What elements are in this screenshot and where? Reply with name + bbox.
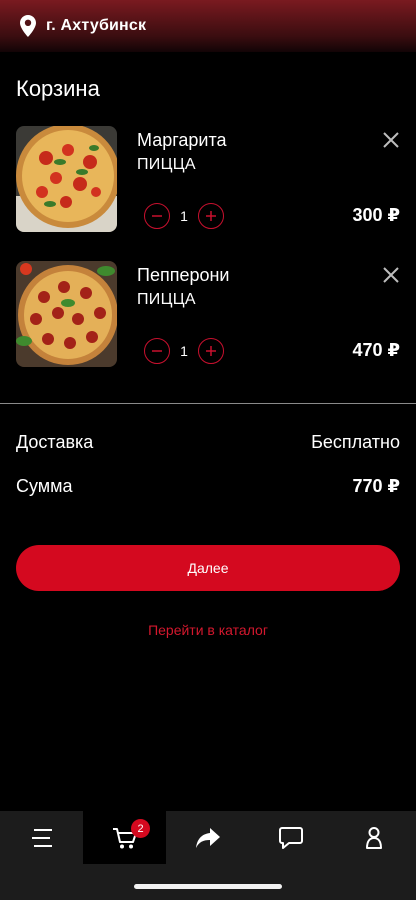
item-price: 470 ₽ bbox=[352, 340, 400, 360]
tab-share[interactable] bbox=[166, 811, 249, 864]
go-to-catalog-link[interactable]: Перейти в каталог bbox=[0, 622, 416, 638]
location-pin-icon bbox=[20, 15, 36, 37]
total-value: 770 ₽ bbox=[352, 476, 400, 496]
divider bbox=[0, 403, 416, 404]
item-name: Маргарита bbox=[137, 130, 227, 150]
profile-icon bbox=[365, 826, 382, 849]
city-name: г. Ахтубинск bbox=[46, 17, 147, 34]
home-indicator[interactable] bbox=[134, 884, 282, 889]
delivery-row: Доставка Бесплатно bbox=[16, 432, 400, 453]
tab-cart[interactable]: 2 bbox=[83, 811, 166, 864]
plus-icon bbox=[206, 211, 216, 221]
tab-chat[interactable] bbox=[249, 811, 332, 864]
quantity-value: 1 bbox=[180, 343, 188, 359]
cart-badge: 2 bbox=[131, 819, 150, 838]
quantity-value: 1 bbox=[180, 208, 188, 224]
item-price: 300 ₽ bbox=[352, 205, 400, 225]
share-icon bbox=[195, 827, 220, 848]
decrease-quantity-button[interactable] bbox=[144, 338, 170, 364]
page-title: Корзина bbox=[16, 76, 100, 101]
pepperoni-pizza-image bbox=[16, 261, 117, 367]
tab-menu[interactable] bbox=[0, 811, 83, 864]
remove-item-button[interactable] bbox=[382, 266, 400, 284]
increase-quantity-button[interactable] bbox=[198, 338, 224, 364]
margherita-pizza-image bbox=[16, 126, 117, 232]
total-row: Сумма 770 ₽ bbox=[16, 476, 400, 497]
location-bar[interactable]: г. Ахтубинск bbox=[0, 0, 416, 52]
minus-icon bbox=[152, 350, 162, 352]
next-button[interactable]: Далее bbox=[16, 545, 400, 591]
cart-item: Пепперони ПИЦЦА 1 470 ₽ bbox=[16, 261, 400, 369]
delivery-value: Бесплатно bbox=[311, 432, 400, 452]
item-name: Пепперони bbox=[137, 265, 230, 285]
plus-icon bbox=[206, 346, 216, 356]
minus-icon bbox=[152, 215, 162, 217]
item-category: ПИЦЦА bbox=[137, 291, 196, 308]
decrease-quantity-button[interactable] bbox=[144, 203, 170, 229]
cart-item: Маргарита ПИЦЦА 1 300 ₽ bbox=[16, 126, 400, 234]
delivery-label: Доставка bbox=[16, 432, 94, 452]
item-category: ПИЦЦА bbox=[137, 156, 196, 173]
quantity-stepper: 1 bbox=[144, 338, 224, 364]
quantity-stepper: 1 bbox=[144, 203, 224, 229]
increase-quantity-button[interactable] bbox=[198, 203, 224, 229]
remove-item-button[interactable] bbox=[382, 131, 400, 149]
close-icon bbox=[383, 267, 399, 283]
tab-profile[interactable] bbox=[332, 811, 415, 864]
chat-icon bbox=[278, 826, 303, 849]
total-label: Сумма bbox=[16, 476, 73, 496]
menu-icon bbox=[31, 828, 52, 847]
close-icon bbox=[383, 132, 399, 148]
